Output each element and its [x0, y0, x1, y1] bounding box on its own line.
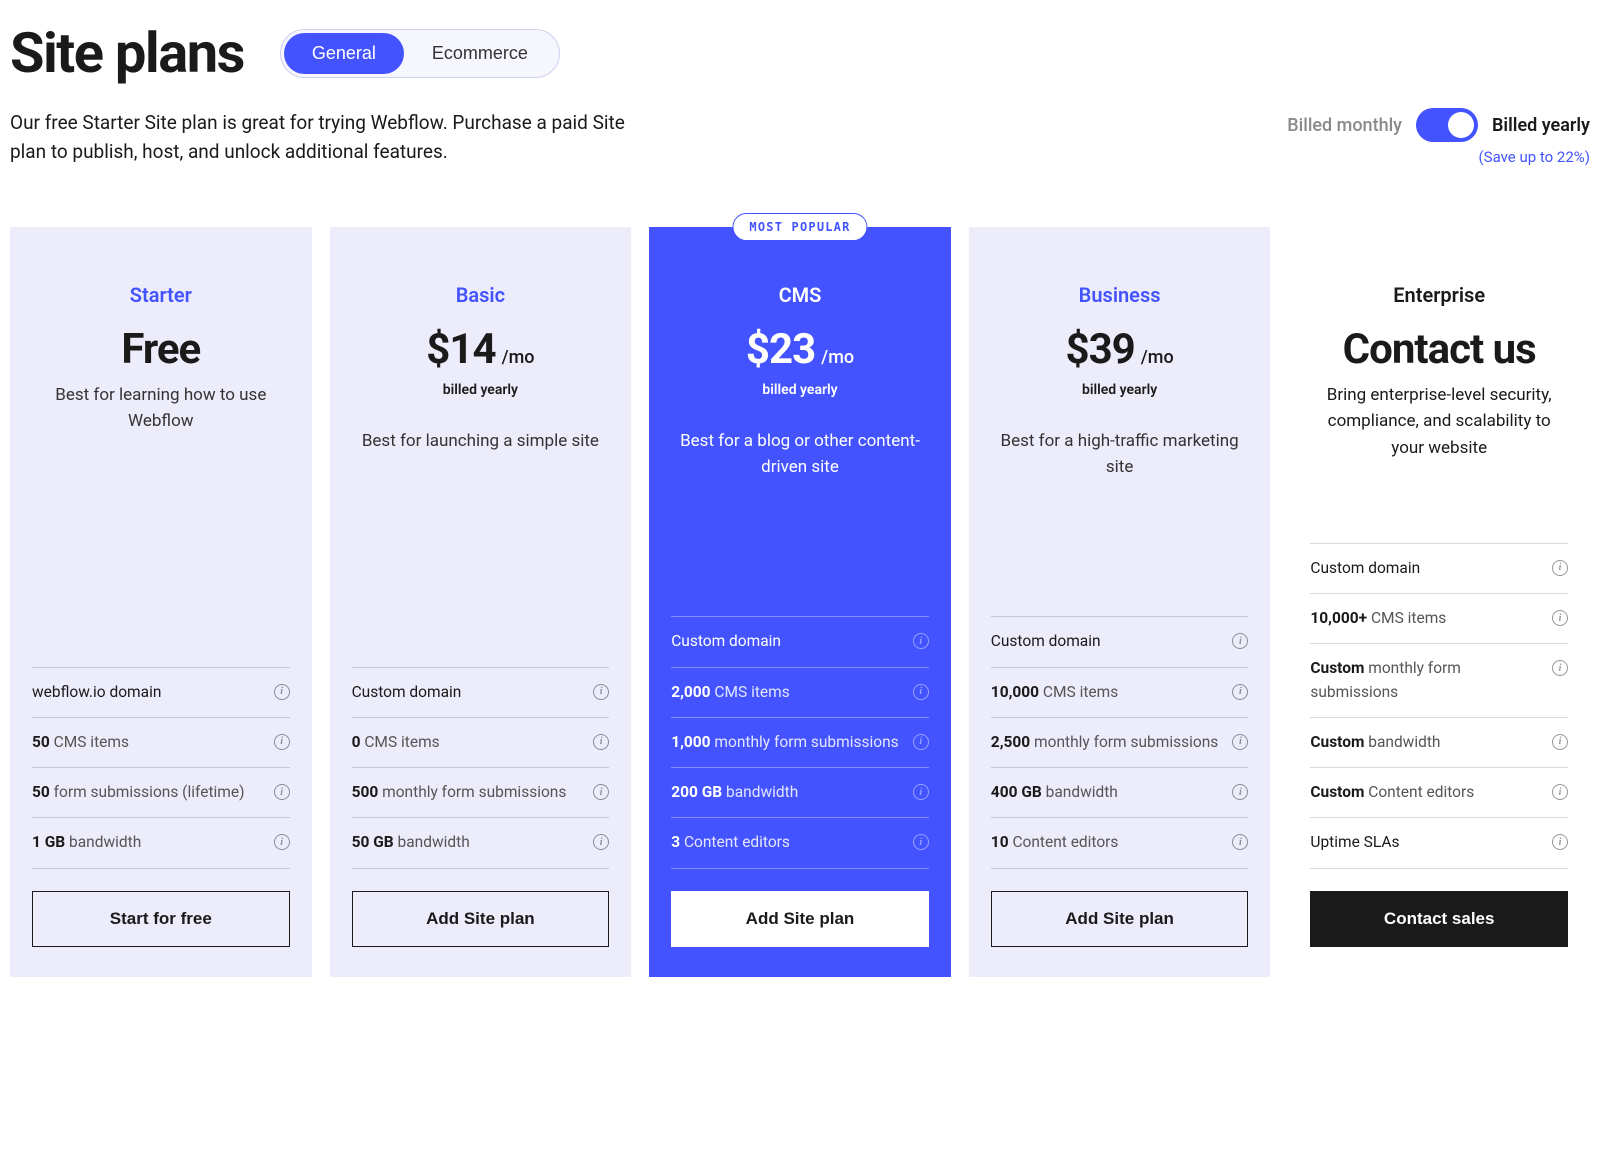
plan-price: Free	[32, 325, 290, 374]
feature-item: 50 CMS itemsi	[32, 718, 290, 768]
plan-card-cms: MOST POPULARCMS$23/mobilled yearlyBest f…	[649, 227, 951, 977]
info-icon[interactable]: i	[274, 734, 290, 750]
tab-general[interactable]: General	[284, 33, 404, 74]
plan-description: Bring enterprise-level security, complia…	[1310, 382, 1568, 461]
most-popular-badge: MOST POPULAR	[732, 213, 867, 241]
info-icon[interactable]: i	[274, 784, 290, 800]
info-icon[interactable]: i	[1232, 734, 1248, 750]
info-icon[interactable]: i	[1232, 784, 1248, 800]
feature-item: 200 GB bandwidthi	[671, 768, 929, 818]
feature-item: Uptime SLAsi	[1310, 818, 1568, 868]
plan-name: CMS	[671, 283, 929, 307]
tab-ecommerce[interactable]: Ecommerce	[404, 33, 556, 74]
info-icon[interactable]: i	[1552, 734, 1568, 750]
feature-item: 3 Content editorsi	[671, 818, 929, 868]
info-icon[interactable]: i	[593, 784, 609, 800]
info-icon[interactable]: i	[913, 834, 929, 850]
plan-description: Best for learning how to use Webflow	[32, 382, 290, 435]
info-icon[interactable]: i	[913, 784, 929, 800]
plan-price: $39/mo	[991, 325, 1249, 374]
feature-item: Custom bandwidthi	[1310, 718, 1568, 768]
info-icon[interactable]: i	[1232, 633, 1248, 649]
feature-item: Custom monthly form submissionsi	[1310, 644, 1568, 718]
plan-price: Contact us	[1310, 325, 1568, 374]
plan-description: Best for a blog or other content-driven …	[671, 428, 929, 481]
billing-toggle-switch[interactable]	[1416, 108, 1478, 142]
feature-item: 500 monthly form submissionsi	[352, 768, 610, 818]
plan-name: Enterprise	[1310, 283, 1568, 307]
feature-item: Custom domaini	[671, 617, 929, 667]
feature-item: 400 GB bandwidthi	[991, 768, 1249, 818]
plan-card-basic: Basic $14/mo billed yearly Best for launchi…	[330, 227, 632, 977]
feature-item: 50 form submissions (lifetime)i	[32, 768, 290, 818]
info-icon[interactable]: i	[1552, 560, 1568, 576]
plan-description: Best for a high-traffic marketing site	[991, 428, 1249, 481]
feature-item: Custom domaini	[352, 668, 610, 718]
cta-button-starter[interactable]: Start for free	[32, 891, 290, 947]
feature-list: Custom domaini10,000+ CMS itemsiCustom m…	[1310, 543, 1568, 869]
info-icon[interactable]: i	[1232, 834, 1248, 850]
info-icon[interactable]: i	[1552, 610, 1568, 626]
plan-description: Best for launching a simple site	[352, 428, 610, 454]
plan-card-starter: Starter Free Best for learning how to use …	[10, 227, 312, 977]
info-icon[interactable]: i	[913, 633, 929, 649]
cta-button-enterprise[interactable]: Contact sales	[1310, 891, 1568, 947]
plan-name: Starter	[32, 283, 290, 307]
cta-button-cms[interactable]: Add Site plan	[671, 891, 929, 947]
plan-card-enterprise: Enterprise Contact us Bring enterprise-lev…	[1288, 227, 1590, 977]
info-icon[interactable]: i	[593, 834, 609, 850]
feature-item: webflow.io domaini	[32, 668, 290, 718]
page-title: Site plans	[10, 20, 244, 86]
feature-item: Custom domaini	[1310, 544, 1568, 594]
info-icon[interactable]: i	[274, 834, 290, 850]
feature-item: 10 Content editorsi	[991, 818, 1249, 868]
feature-list: Custom domaini0 CMS itemsi500 monthly fo…	[352, 667, 610, 869]
feature-item: 10,000 CMS itemsi	[991, 668, 1249, 718]
feature-item: 0 CMS itemsi	[352, 718, 610, 768]
page-description: Our free Starter Site plan is great for …	[10, 108, 650, 167]
plan-name: Business	[991, 283, 1249, 307]
feature-list: Custom domaini2,000 CMS itemsi1,000 mont…	[671, 616, 929, 868]
billed-yearly-label[interactable]: Billed yearly	[1492, 115, 1590, 136]
info-icon[interactable]: i	[274, 684, 290, 700]
plan-type-tabs: General Ecommerce	[280, 29, 560, 78]
feature-item: 50 GB bandwidthi	[352, 818, 610, 868]
info-icon[interactable]: i	[913, 684, 929, 700]
feature-item: 10,000+ CMS itemsi	[1310, 594, 1568, 644]
feature-item: Custom domaini	[991, 617, 1249, 667]
cta-button-business[interactable]: Add Site plan	[991, 891, 1249, 947]
feature-item: 1 GB bandwidthi	[32, 818, 290, 868]
info-icon[interactable]: i	[593, 734, 609, 750]
billed-monthly-label[interactable]: Billed monthly	[1287, 115, 1402, 136]
save-note: (Save up to 22%)	[1287, 148, 1590, 166]
plan-price: $23/mo	[671, 325, 929, 374]
feature-item: 2,000 CMS itemsi	[671, 668, 929, 718]
feature-list: webflow.io domaini50 CMS itemsi50 form s…	[32, 667, 290, 869]
feature-item: 1,000 monthly form submissionsi	[671, 718, 929, 768]
info-icon[interactable]: i	[1232, 684, 1248, 700]
billed-note: billed yearly	[671, 382, 929, 398]
billed-note: billed yearly	[352, 382, 610, 398]
info-icon[interactable]: i	[1552, 784, 1568, 800]
plan-price: $14/mo	[352, 325, 610, 374]
cta-button-basic[interactable]: Add Site plan	[352, 891, 610, 947]
feature-item: 2,500 monthly form submissionsi	[991, 718, 1249, 768]
feature-item: Custom Content editorsi	[1310, 768, 1568, 818]
billed-note: billed yearly	[991, 382, 1249, 398]
info-icon[interactable]: i	[1552, 660, 1568, 676]
info-icon[interactable]: i	[1552, 834, 1568, 850]
feature-list: Custom domaini10,000 CMS itemsi2,500 mon…	[991, 616, 1249, 868]
info-icon[interactable]: i	[913, 734, 929, 750]
plan-name: Basic	[352, 283, 610, 307]
plan-card-business: Business $39/mo billed yearly Best for a hi…	[969, 227, 1271, 977]
info-icon[interactable]: i	[593, 684, 609, 700]
